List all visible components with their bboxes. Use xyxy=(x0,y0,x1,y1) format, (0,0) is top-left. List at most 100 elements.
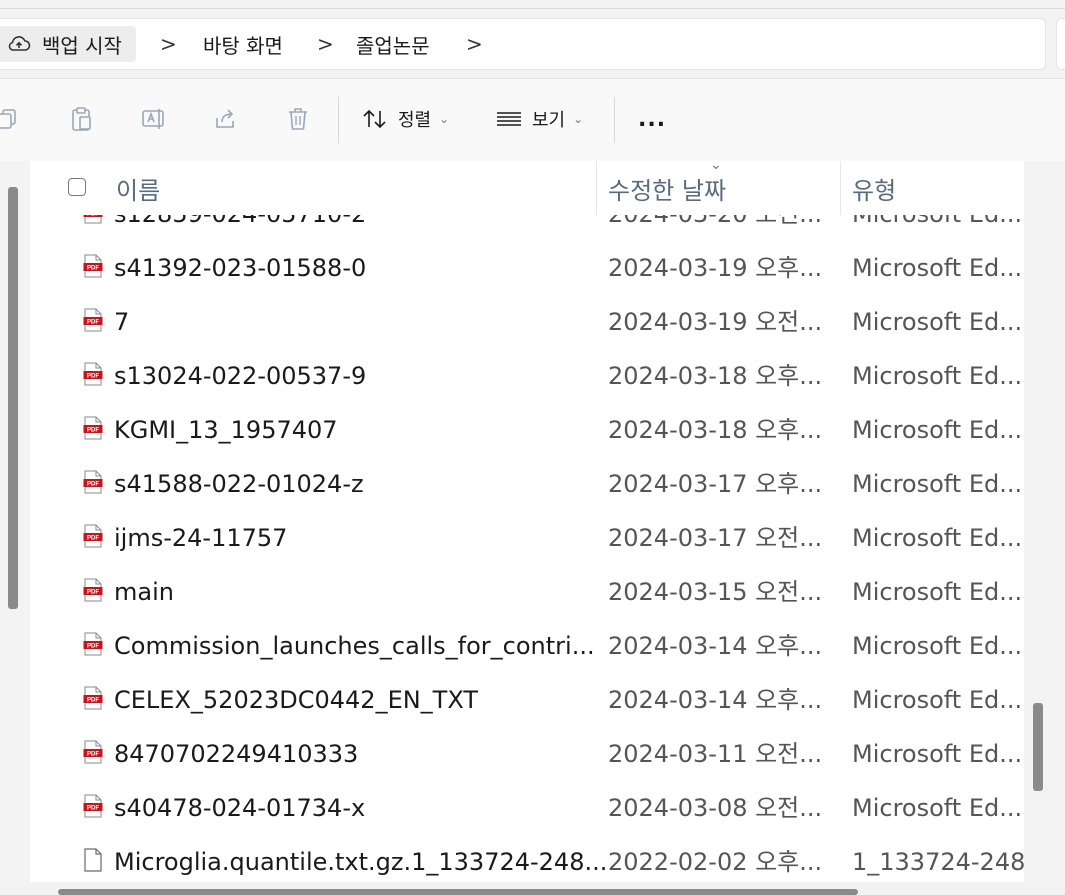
breadcrumb-item-thesis[interactable]: 졸업논문 xyxy=(356,19,430,69)
pdf-icon: PDF xyxy=(83,470,103,494)
file-row[interactable]: PDF Commission_launches_calls_for_contri.… xyxy=(30,619,1024,673)
file-type: Microsoft Ed... xyxy=(852,578,1023,606)
view-button[interactable]: 보기 ⌄ xyxy=(496,101,583,137)
pdf-icon: PDF xyxy=(83,254,103,278)
file-modified-date: 2024-03-19 오후... xyxy=(608,254,823,282)
copy-icon[interactable] xyxy=(0,103,24,135)
address-bar[interactable]: 백업 시작 > 바탕 화면 > 졸업논문 > xyxy=(0,18,1046,70)
file-name[interactable]: KGMI_13_1957407 xyxy=(114,403,338,457)
select-all-checkbox[interactable] xyxy=(68,178,86,196)
file-modified-date: 2024-03-18 오후... xyxy=(608,416,823,444)
sort-button[interactable]: 정렬 ⌄ xyxy=(362,101,449,137)
column-name[interactable]: 이름 xyxy=(116,161,160,215)
breadcrumb-root[interactable]: 백업 시작 xyxy=(0,26,136,62)
chevron-right-icon[interactable]: > xyxy=(466,19,483,69)
delete-icon[interactable] xyxy=(282,103,314,135)
file-row[interactable]: PDF main 2024-03-15 오전... Microsoft Ed... xyxy=(30,565,1024,619)
svg-text:PDF: PDF xyxy=(87,752,99,758)
file-name[interactable]: s13024-022-00537-9 xyxy=(114,349,366,403)
chevron-down-icon: ⌄ xyxy=(573,112,584,126)
svg-text:PDF: PDF xyxy=(87,320,99,326)
pdf-icon: PDF xyxy=(83,362,103,386)
svg-text:PDF: PDF xyxy=(87,698,99,704)
pdf-icon: PDF xyxy=(83,686,103,710)
file-modified-date: 2024-03-08 오전... xyxy=(608,794,823,822)
list-scroll-track[interactable] xyxy=(1024,161,1065,895)
svg-text:PDF: PDF xyxy=(87,806,99,812)
search-box-edge[interactable] xyxy=(1056,18,1065,70)
file-type: Microsoft Ed... xyxy=(852,686,1023,714)
cloud-backup-icon xyxy=(8,36,31,51)
list-scrollbar-thumb[interactable] xyxy=(1033,703,1043,791)
column-header: 이름 ⌄ 수정한 날짜 유형 xyxy=(30,161,1024,215)
file-modified-date: 2024-03-17 오전... xyxy=(608,524,823,552)
file-row[interactable]: PDF 8470702249410333 2024-03-11 오전... Micro… xyxy=(30,727,1024,781)
file-name[interactable]: s40478-024-01734-x xyxy=(114,781,365,835)
file-list: PDFs12859-024-05710-22024-03-20 오전...Mic… xyxy=(30,161,1024,895)
file-name[interactable]: main xyxy=(114,565,174,619)
file-row[interactable]: PDF CELEX_52023DC0442_EN_TXT 2024-03-14 오후… xyxy=(30,673,1024,727)
file-name[interactable]: Microglia.quantile.txt.gz.1_133724-248..… xyxy=(114,835,607,889)
file-modified-date: 2024-03-11 오전... xyxy=(608,740,823,768)
svg-text:PDF: PDF xyxy=(87,266,99,272)
toolbar-divider xyxy=(614,97,615,143)
paste-icon[interactable] xyxy=(66,103,98,135)
svg-text:PDF: PDF xyxy=(87,482,99,488)
file-type: Microsoft Ed... xyxy=(852,632,1023,660)
svg-text:PDF: PDF xyxy=(87,644,99,650)
file-type: Microsoft Ed... xyxy=(852,794,1023,822)
file-type: Microsoft Ed... xyxy=(852,740,1023,768)
file-name[interactable]: s41392-023-01588-0 xyxy=(114,241,366,295)
file-row[interactable]: PDF ijms-24-11757 2024-03-17 오전... Microsof… xyxy=(30,511,1024,565)
file-row[interactable]: PDF s41392-023-01588-0 2024-03-19 오후... Mic… xyxy=(30,241,1024,295)
column-divider[interactable] xyxy=(596,161,597,215)
column-divider[interactable] xyxy=(840,161,841,215)
file-type: Microsoft Ed... xyxy=(852,416,1023,444)
file-name[interactable]: Commission_launches_calls_for_contri... xyxy=(114,619,595,673)
title-divider xyxy=(0,8,1065,9)
file-type: 1_133724-248... xyxy=(852,848,1024,876)
file-type: Microsoft Ed... xyxy=(852,470,1023,498)
pdf-icon: PDF xyxy=(83,416,103,440)
file-row[interactable]: PDF 7 2024-03-19 오전... Microsoft Ed... xyxy=(30,295,1024,349)
pdf-icon: PDF xyxy=(83,794,103,818)
file-type: Microsoft Ed... xyxy=(852,254,1023,282)
pdf-icon: PDF xyxy=(83,740,103,764)
content-area: PDFs12859-024-05710-22024-03-20 오전...Mic… xyxy=(0,161,1065,895)
column-type[interactable]: 유형 xyxy=(852,161,896,215)
file-row[interactable]: PDF s40478-024-01734-x 2024-03-08 오전... Mic… xyxy=(30,781,1024,835)
column-modified[interactable]: 수정한 날짜 xyxy=(608,161,726,215)
file-name[interactable]: 7 xyxy=(114,295,129,349)
file-type: Microsoft Ed... xyxy=(852,362,1023,390)
file-row[interactable]: PDF s41588-022-01024-z 2024-03-17 오후... Mic… xyxy=(30,457,1024,511)
chevron-right-icon[interactable]: > xyxy=(160,19,177,69)
file-name[interactable]: 8470702249410333 xyxy=(114,727,358,781)
chevron-right-icon[interactable]: > xyxy=(317,19,334,69)
file-icon xyxy=(83,848,103,872)
file-row[interactable]: PDF KGMI_13_1957407 2024-03-18 오후... Micros… xyxy=(30,403,1024,457)
file-name[interactable]: s41588-022-01024-z xyxy=(114,457,364,511)
pdf-icon: PDF xyxy=(83,308,103,332)
sort-label: 정렬 xyxy=(398,110,432,131)
nav-pane-scrollbar[interactable] xyxy=(8,187,18,609)
horizontal-scrollbar[interactable] xyxy=(58,889,858,895)
pdf-icon: PDF xyxy=(83,578,103,602)
file-modified-date: 2024-03-15 오전... xyxy=(608,578,823,606)
svg-text:PDF: PDF xyxy=(87,536,99,542)
file-row[interactable]: PDF s13024-022-00537-9 2024-03-18 오후... Mic… xyxy=(30,349,1024,403)
share-icon[interactable] xyxy=(210,103,242,135)
pdf-icon: PDF xyxy=(83,632,103,656)
breadcrumb-item-desktop[interactable]: 바탕 화면 xyxy=(203,19,283,69)
file-modified-date: 2024-03-17 오후... xyxy=(608,470,823,498)
breadcrumb-root-label: 백업 시작 xyxy=(42,33,122,58)
rename-icon[interactable] xyxy=(138,103,170,135)
sort-icon xyxy=(363,109,386,129)
file-type: Microsoft Ed... xyxy=(852,308,1023,336)
file-row[interactable]: Microglia.quantile.txt.gz.1_133724-248..… xyxy=(30,835,1024,889)
file-modified-date: 2024-03-18 오후... xyxy=(608,362,823,390)
file-name[interactable]: CELEX_52023DC0442_EN_TXT xyxy=(114,673,478,727)
file-name[interactable]: ijms-24-11757 xyxy=(114,511,287,565)
chevron-down-icon: ⌄ xyxy=(439,112,450,126)
more-options-button[interactable]: ... xyxy=(638,101,666,137)
file-type: Microsoft Ed... xyxy=(852,524,1023,552)
